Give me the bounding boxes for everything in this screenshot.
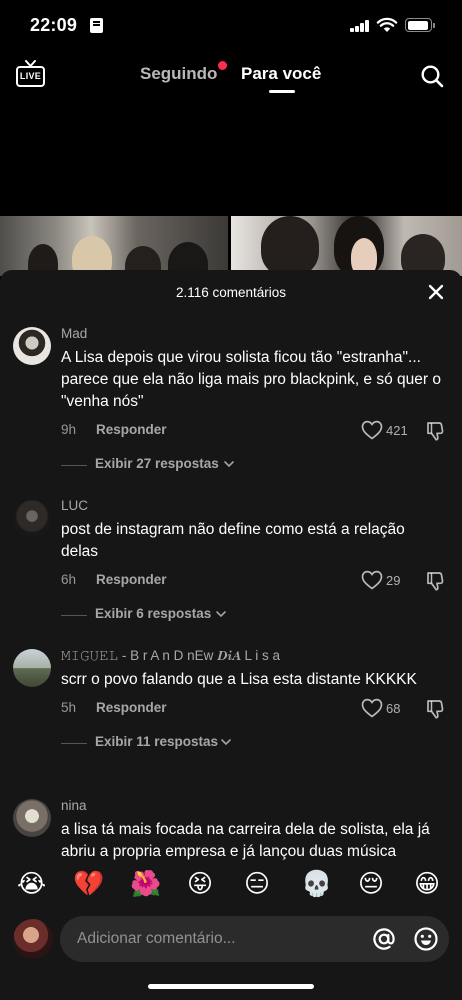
comments-list: Mad A Lisa depois que virou solista fico… [0,320,462,860]
live-label: LIVE [16,66,45,87]
emoji-grinning-button[interactable]: 😁 [414,868,440,900]
video-frame-right [231,216,462,276]
cellular-signal-icon [350,20,370,32]
comment-body: nina a lisa tá mais focada na carreira d… [61,797,442,860]
emoji-crying-face-button[interactable]: 😭 [17,868,46,900]
comment-text: post de instagram não define como está a… [61,521,405,560]
chevron-down-icon [224,461,234,467]
thumbs-down-icon[interactable] [425,698,447,720]
at-mention-icon[interactable] [372,927,396,951]
emoji-skull-button[interactable]: 💀 [301,868,332,900]
chevron-down-icon [221,739,231,745]
status-time: 22:09 [30,15,78,35]
comment-meta: 6h Responder 29 [61,570,444,592]
comment-body: LUC post de instagram não define como es… [61,497,444,625]
emoji-picker-icon[interactable] [413,926,439,952]
like-count: 421 [386,423,408,438]
view-replies-button[interactable]: Exibir 27 respostas [61,455,442,475]
comment-username[interactable]: Mad [61,325,442,343]
wifi-icon [376,17,398,32]
status-bar: 22:09 [0,0,462,52]
comment-username[interactable]: 𝙼𝙸𝙶𝚄𝙴𝙻 - B r A n D nEw 𝑫𝒊𝑨 L i s a [61,647,442,665]
home-indicator [148,984,314,989]
comment-meta: 9h Responder 421 [61,420,444,442]
comment-age: 6h [61,572,77,587]
view-replies-label: Exibir 6 respostas [95,606,212,621]
emoji-quick-bar: 😭 💔 🌺 😝 😑 💀 😔 😁 [0,860,462,912]
emoji-expressionless-button[interactable]: 😑 [244,868,270,900]
comment-meta: 5h Responder 68 [61,698,444,720]
tab-for-you-label: Para você [241,64,322,83]
video-frame-left [0,216,228,276]
video-preview[interactable] [0,216,462,276]
chevron-down-icon [216,611,226,617]
comment-age: 9h [61,422,77,437]
emoji-broken-heart-button[interactable]: 💔 [73,868,104,900]
tab-following[interactable]: Seguindo [140,61,228,84]
tab-for-you[interactable]: Para você [241,64,322,93]
avatar[interactable] [13,499,51,537]
comment-text: scrr o povo falando que a Lisa esta dist… [61,671,417,688]
comments-sheet: 2.116 comentários Mad A Lisa depois que … [0,270,462,1000]
comment-input[interactable]: Adicionar comentário... [60,916,449,962]
notification-dot [218,61,228,70]
comment-body: Mad A Lisa depois que virou solista fico… [61,325,444,475]
replies-divider [61,743,87,744]
comments-header: 2.116 comentários [0,270,462,315]
comment-username[interactable]: LUC [61,497,442,515]
avatar[interactable] [13,919,53,959]
avatar[interactable] [13,799,51,837]
emoji-hibiscus-button[interactable]: 🌺 [130,868,161,900]
like-count: 68 [386,701,401,716]
reading-mode-icon [90,18,103,33]
close-icon[interactable] [426,282,446,302]
thumbs-down-icon[interactable] [425,420,447,442]
like-count: 29 [386,573,401,588]
comments-count-title: 2.116 comentários [175,285,287,300]
reply-button[interactable]: Responder [96,572,167,587]
view-replies-label: Exibir 27 respostas [95,456,219,471]
heart-icon[interactable] [361,570,383,590]
live-button[interactable]: LIVE [16,60,46,90]
comment-text: a lisa tá mais focada na carreira dela d… [61,821,430,860]
replies-divider [61,465,87,466]
reply-button[interactable]: Responder [96,700,167,715]
heart-icon[interactable] [361,420,383,440]
emoji-squinting-tongue-button[interactable]: 😝 [187,868,213,900]
top-navigation: LIVE Seguindo Para você [0,52,462,102]
reply-button[interactable]: Responder [96,422,167,437]
view-replies-button[interactable]: Exibir 11 respostas [61,733,442,753]
avatar[interactable] [13,327,51,365]
comment-username[interactable]: nina [61,797,442,815]
comment-input-placeholder: Adicionar comentário... [77,930,236,947]
battery-icon [405,18,435,32]
view-replies-button[interactable]: Exibir 6 respostas [61,605,442,625]
thumbs-down-icon[interactable] [425,570,447,592]
comment-composer: Adicionar comentário... [0,912,462,1000]
comment-text: A Lisa depois que virou solista ficou tã… [61,349,441,410]
search-icon[interactable] [420,64,444,88]
comment-age: 5h [61,700,77,715]
comment-body: 𝙼𝙸𝙶𝚄𝙴𝙻 - B r A n D nEw 𝑫𝒊𝑨 L i s a scrr … [61,647,444,753]
heart-icon[interactable] [361,698,383,718]
tab-following-label: Seguindo [140,64,218,83]
emoji-pensive-button[interactable]: 😔 [358,868,384,900]
avatar[interactable] [13,649,51,687]
active-tab-indicator [269,90,295,93]
view-replies-label: Exibir 11 respostas [95,734,219,749]
replies-divider [61,615,87,616]
